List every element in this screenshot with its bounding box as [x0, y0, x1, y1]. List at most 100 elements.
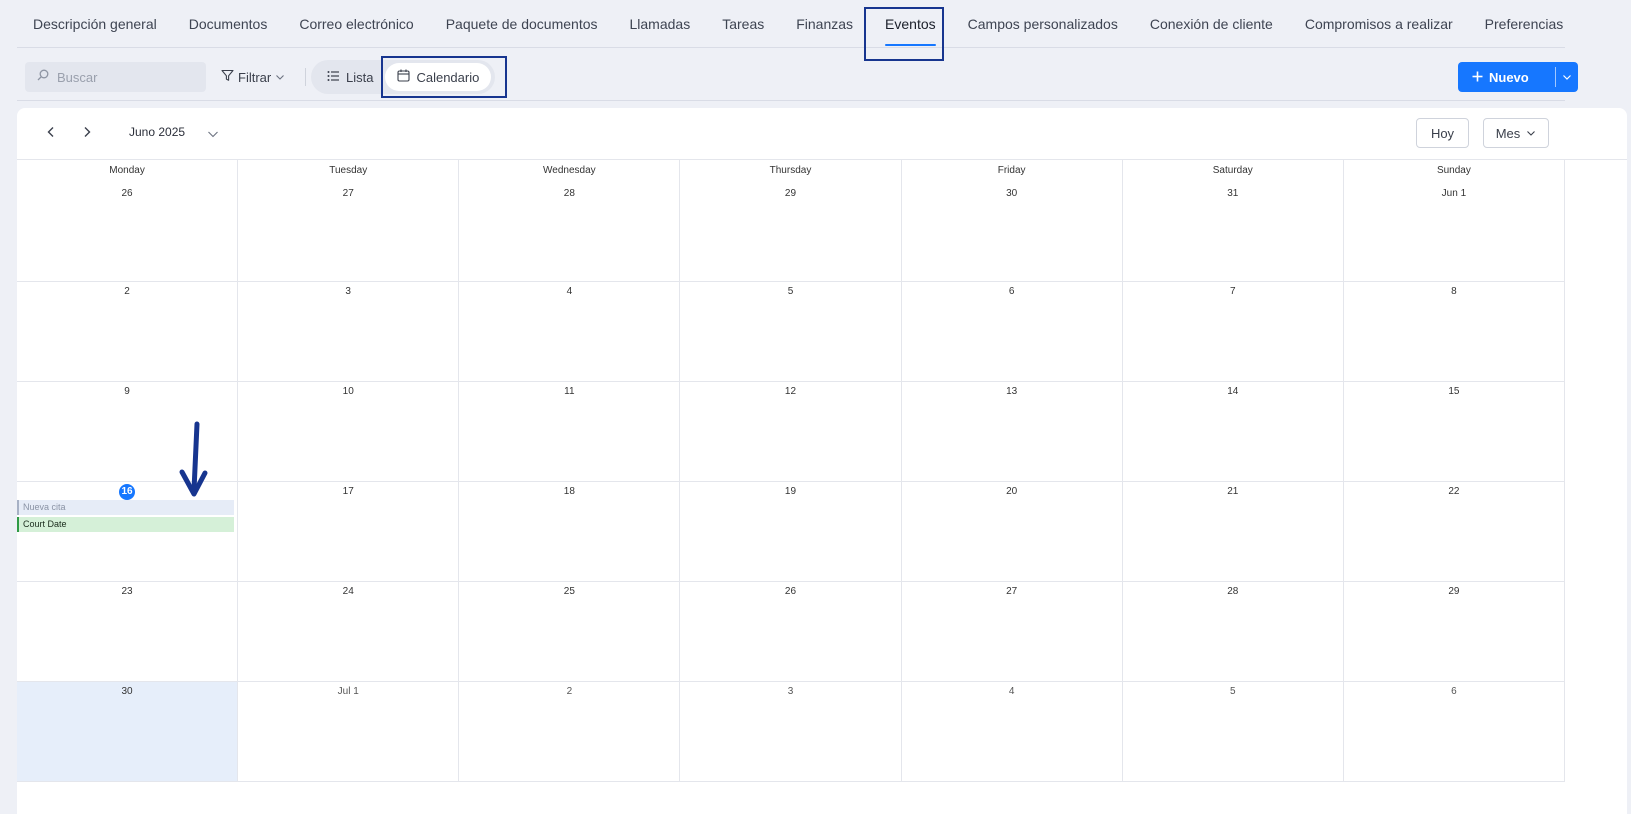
chevron-down-icon[interactable] [207, 126, 219, 144]
day-number: 5 [1229, 686, 1236, 697]
toolbar-divider-line [17, 100, 1565, 101]
day-cell[interactable]: 24 [238, 582, 460, 682]
day-cell[interactable]: 5 [1122, 682, 1344, 782]
tab-custom-fields[interactable]: Campos personalizados [952, 0, 1134, 48]
chevron-down-icon [1526, 126, 1536, 141]
search-input[interactable] [57, 69, 187, 85]
day-cell[interactable]: 30 [901, 182, 1123, 282]
next-month-button[interactable] [75, 122, 99, 146]
day-cell[interactable]: 2 [459, 682, 681, 782]
search-box[interactable] [25, 62, 206, 92]
day-cell[interactable]: 29 [680, 182, 902, 282]
day-number: 29 [784, 188, 797, 199]
calendar-card: Juno 2025 Hoy Mes Monday Tuesday Wednesd… [17, 108, 1627, 814]
day-cell[interactable]: 12 [680, 382, 902, 482]
day-cell[interactable]: 6 [901, 282, 1123, 382]
day-cell[interactable]: 9 [17, 382, 239, 482]
tab-finances[interactable]: Finanzas [780, 0, 869, 48]
day-cell[interactable]: 10 [238, 382, 460, 482]
calendar-header: Juno 2025 Hoy Mes [17, 108, 1627, 160]
day-cell[interactable]: 25 [459, 582, 681, 682]
day-number: 13 [1006, 386, 1018, 397]
day-number: 30 [121, 686, 133, 697]
day-number: 4 [1008, 686, 1015, 697]
day-number: 6 [1008, 286, 1015, 297]
day-cell[interactable]: 14 [1122, 382, 1344, 482]
day-number: 15 [1448, 386, 1460, 397]
tab-events[interactable]: Eventos [869, 0, 952, 48]
day-number: 3 [787, 686, 794, 697]
day-cell[interactable]: 4 [459, 282, 681, 382]
weekday-header: Tuesday [238, 160, 460, 182]
event-court-date[interactable]: Court Date [17, 517, 234, 532]
chevron-right-icon [82, 125, 92, 143]
calendar-view-button[interactable]: Calendario [385, 63, 492, 91]
day-cell[interactable]: 2 [17, 282, 239, 382]
tab-documents[interactable]: Documentos [173, 0, 284, 48]
tab-calls[interactable]: Llamadas [614, 0, 707, 48]
day-cell[interactable]: Jul 1 [238, 682, 460, 782]
day-cell[interactable]: 22 [1343, 482, 1565, 582]
tab-client-connection[interactable]: Conexión de cliente [1134, 0, 1289, 48]
day-number: 12 [784, 386, 797, 397]
day-cell[interactable]: 11 [459, 382, 681, 482]
tab-overview[interactable]: Descripción general [17, 0, 173, 48]
day-cell[interactable]: 20 [901, 482, 1123, 582]
day-cell[interactable]: 23 [17, 582, 239, 682]
list-view-button[interactable]: Lista [315, 63, 385, 91]
new-dropdown-toggle[interactable] [1556, 62, 1578, 92]
month-label[interactable]: Juno 2025 [129, 125, 185, 139]
day-number: 30 [1006, 188, 1018, 199]
day-cell[interactable]: 19 [680, 482, 902, 582]
tab-document-package[interactable]: Paquete de documentos [430, 0, 614, 48]
day-cell[interactable]: 3 [238, 282, 460, 382]
calendar-weeks: 26 27 28 29 30 31 Jun 1 2 3 4 5 6 7 8 9 … [17, 182, 1565, 782]
day-cell[interactable]: 28 [459, 182, 681, 282]
day-cell[interactable]: 26 [17, 182, 239, 282]
day-cell[interactable]: 8 [1343, 282, 1565, 382]
new-main-button[interactable]: Nuevo [1458, 62, 1555, 92]
day-cell[interactable]: 7 [1122, 282, 1344, 382]
day-cell[interactable]: 15 [1343, 382, 1565, 482]
day-cell[interactable]: 27 [901, 582, 1123, 682]
new-button[interactable]: Nuevo [1458, 62, 1578, 92]
day-number: 19 [784, 486, 797, 497]
day-number: 23 [121, 586, 133, 597]
today-button[interactable]: Hoy [1416, 118, 1469, 148]
weekday-header: Saturday [1123, 160, 1344, 182]
day-cell-selected[interactable]: 30 [17, 682, 239, 782]
day-number: 26 [784, 586, 797, 597]
tab-preferences[interactable]: Preferencias [1469, 0, 1580, 48]
day-cell-today[interactable]: 16 Nueva cita Court Date [17, 482, 239, 582]
previous-month-button[interactable] [39, 122, 63, 146]
day-cell[interactable]: 4 [901, 682, 1123, 782]
day-cell[interactable]: Jun 1 [1343, 182, 1565, 282]
day-number: 27 [342, 188, 354, 199]
day-cell[interactable]: 17 [238, 482, 460, 582]
day-cell[interactable]: 3 [680, 682, 902, 782]
view-mode-select[interactable]: Mes [1483, 118, 1549, 148]
day-number: 4 [566, 286, 573, 297]
day-cell[interactable]: 21 [1122, 482, 1344, 582]
day-cell[interactable]: 28 [1122, 582, 1344, 682]
day-cell[interactable]: 6 [1343, 682, 1565, 782]
day-cell[interactable]: 26 [680, 582, 902, 682]
day-cell[interactable]: 27 [238, 182, 460, 282]
tab-tasks[interactable]: Tareas [706, 0, 780, 48]
day-cell[interactable]: 13 [901, 382, 1123, 482]
event-pending[interactable]: Nueva cita [17, 500, 234, 515]
tab-email[interactable]: Correo electrónico [283, 0, 429, 48]
weekday-header-row: Monday Tuesday Wednesday Thursday Friday… [17, 160, 1565, 182]
day-number: 21 [1227, 486, 1239, 497]
day-cell[interactable]: 29 [1343, 582, 1565, 682]
day-cell[interactable]: 5 [680, 282, 902, 382]
filter-icon [221, 69, 234, 85]
day-cell[interactable]: 31 [1122, 182, 1344, 282]
day-number: 31 [1227, 188, 1239, 199]
day-cell[interactable]: 18 [459, 482, 681, 582]
filter-button[interactable]: Filtrar [221, 64, 285, 90]
weekday-header: Monday [17, 160, 239, 182]
tab-commitments[interactable]: Compromisos a realizar [1289, 0, 1469, 48]
calendar-grid: Monday Tuesday Wednesday Thursday Friday… [17, 160, 1565, 782]
list-icon [327, 70, 340, 85]
